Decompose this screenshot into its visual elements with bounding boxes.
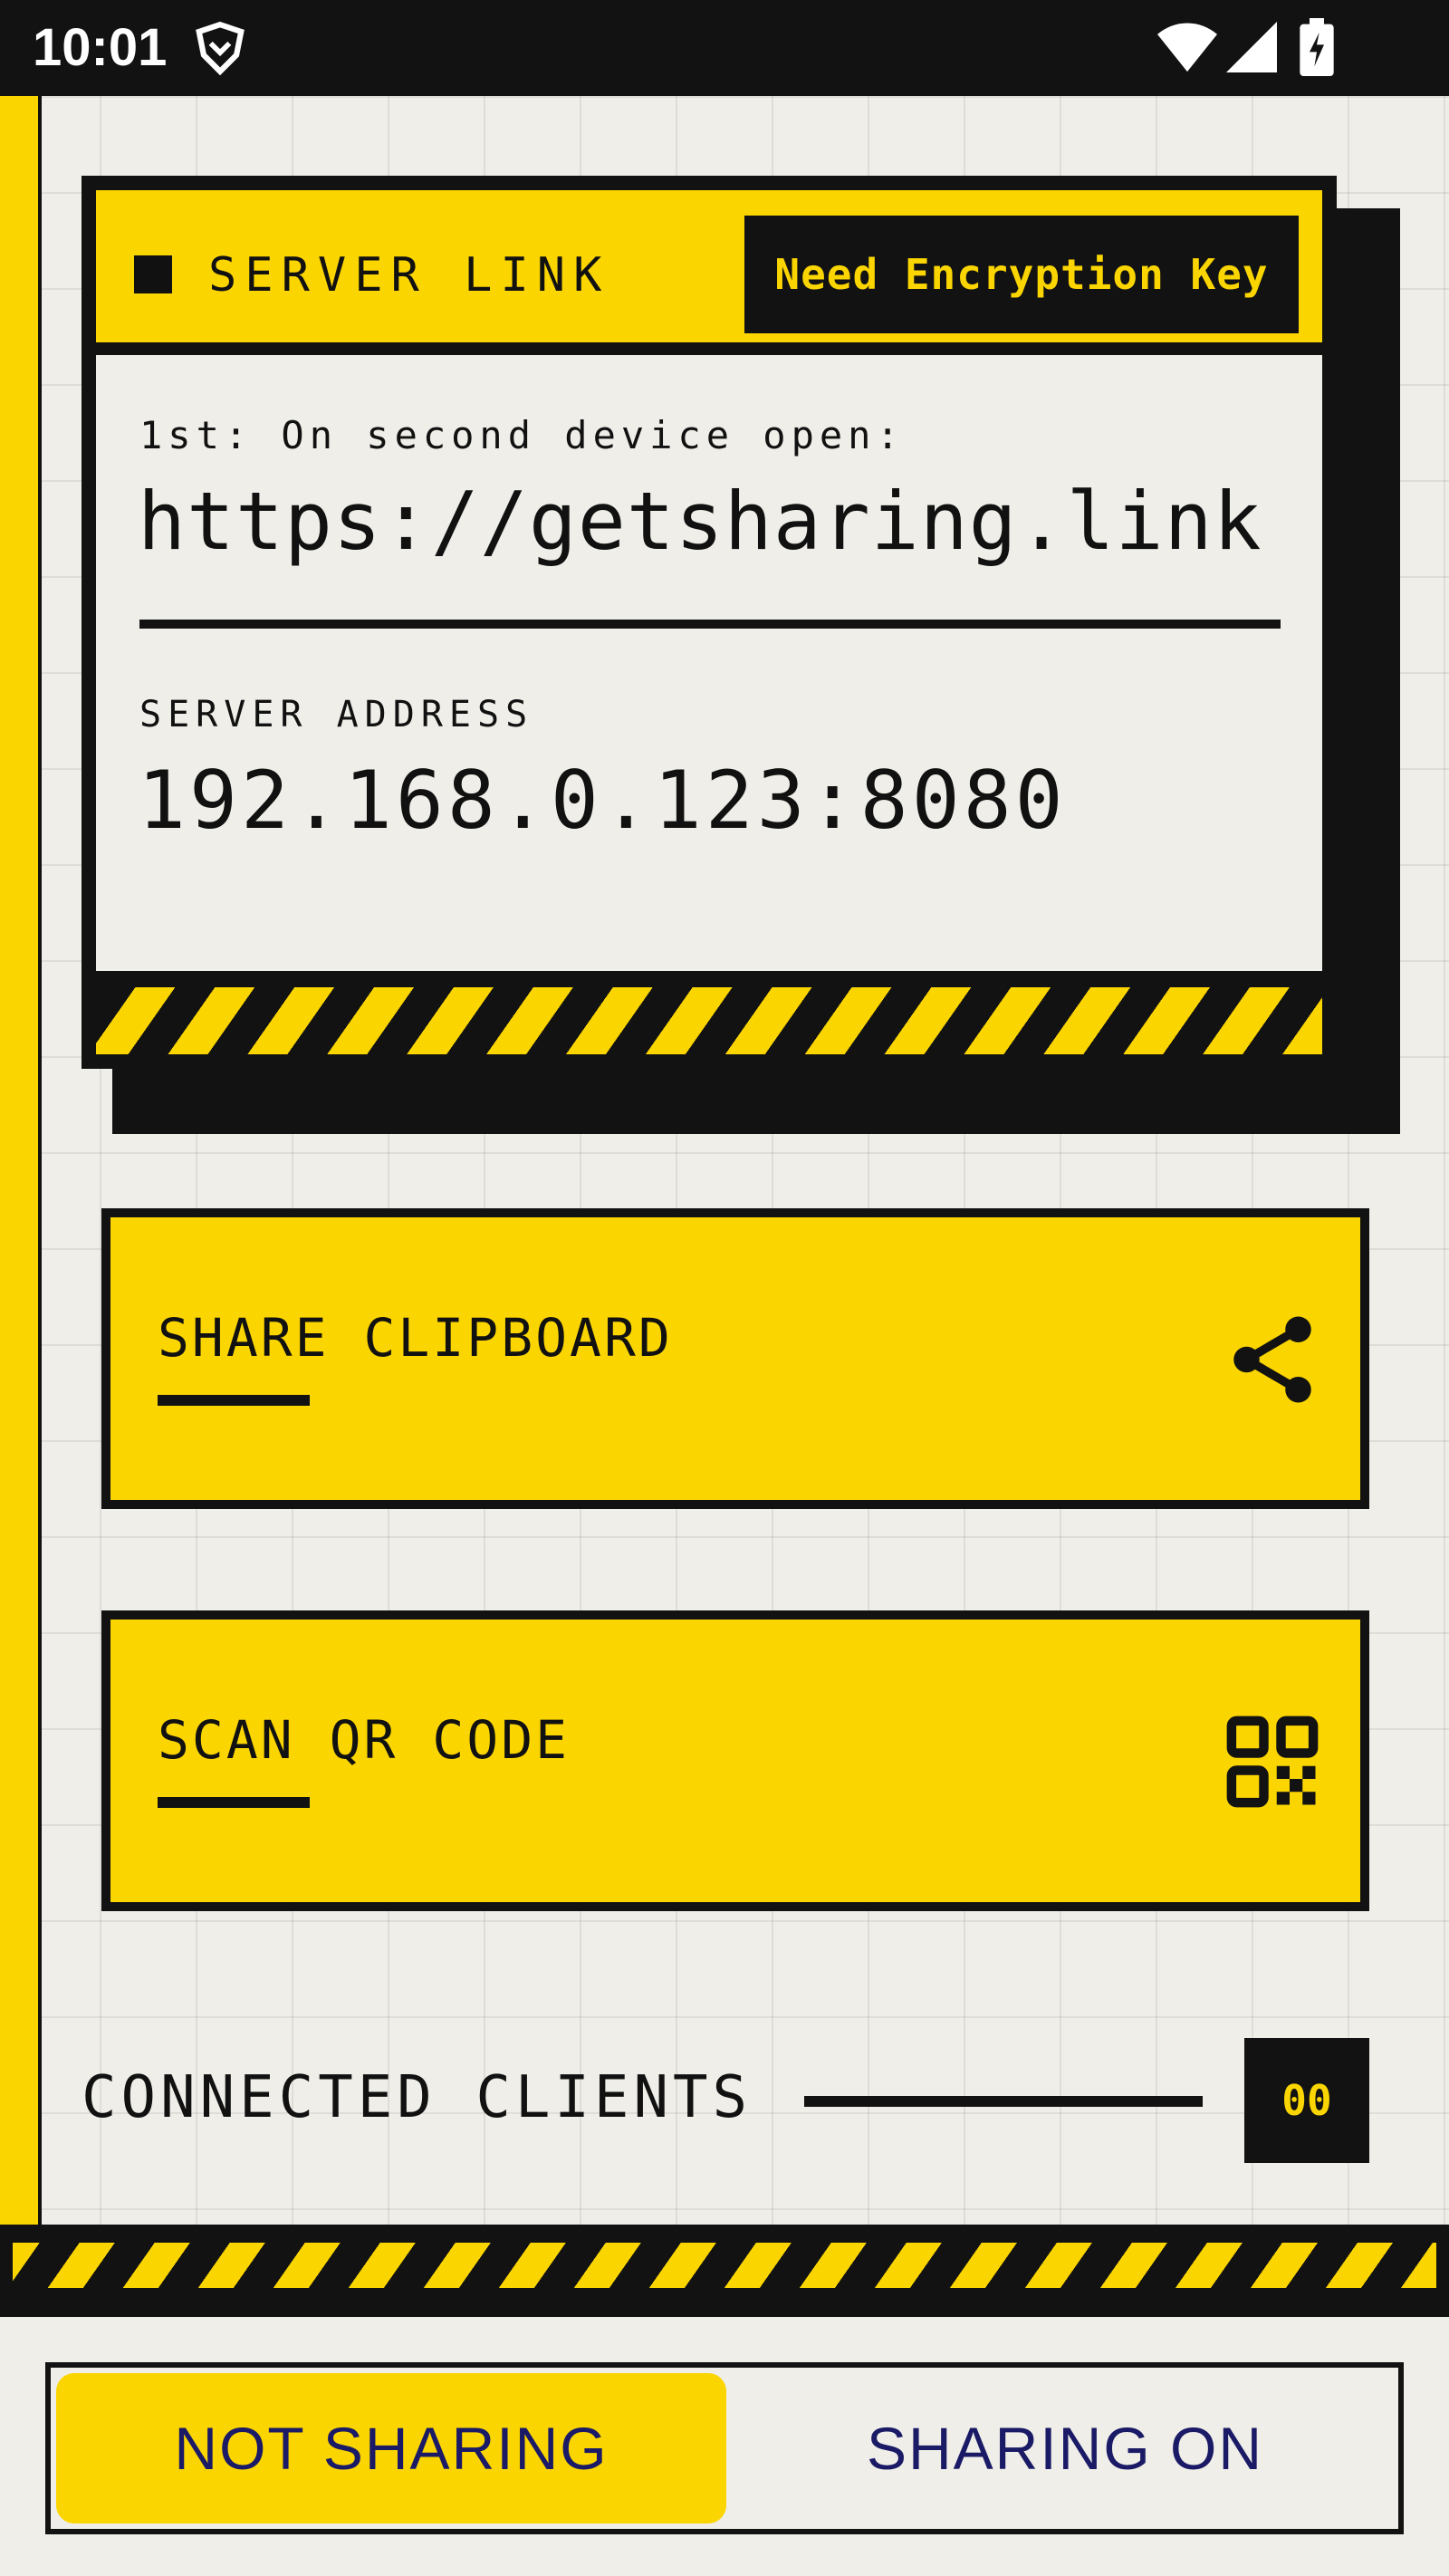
server-address-label: SERVER ADDRESS — [139, 694, 534, 735]
status-time: 10:01 — [33, 18, 168, 77]
sharing-on-option[interactable]: SHARING ON — [730, 2373, 1400, 2523]
server-link-url[interactable]: https://getsharing.link — [138, 475, 1262, 569]
scan-qr-code-label: SCAN QR CODE — [158, 1709, 571, 1771]
share-clipboard-button[interactable]: SHARE CLIPBOARD — [101, 1208, 1369, 1509]
not-sharing-option[interactable]: NOT SHARING — [56, 2373, 726, 2523]
vpn-shield-icon — [196, 21, 245, 76]
server-card-body: 1st: On second device open: https://gets… — [96, 355, 1322, 971]
hazard-stripe — [13, 2243, 1436, 2288]
hazard-stripe — [96, 987, 1322, 1054]
server-link-title: SERVER LINK — [208, 248, 610, 303]
connected-clients-count: 00 — [1244, 2038, 1369, 2163]
divider — [139, 620, 1281, 629]
server-card-header: SERVER LINK Need Encryption Key — [96, 190, 1322, 342]
wifi-icon — [1157, 23, 1217, 72]
need-encryption-key-button[interactable]: Need Encryption Key — [744, 216, 1299, 333]
sharing-toggle: NOT SHARING SHARING ON — [45, 2362, 1404, 2534]
scan-qr-code-button[interactable]: SCAN QR CODE — [101, 1610, 1369, 1911]
left-accent-rail — [0, 96, 42, 2228]
bottom-hazard-stripe — [0, 2225, 1449, 2312]
label-underline — [158, 1395, 310, 1406]
server-link-card: SERVER LINK Need Encryption Key 1st: On … — [82, 176, 1337, 1069]
connected-clients-label: CONNECTED CLIENTS — [82, 2064, 753, 2131]
share-clipboard-label: SHARE CLIPBOARD — [158, 1307, 673, 1369]
instruction-label: 1st: On second device open: — [139, 413, 905, 457]
share-icon — [1233, 1316, 1311, 1403]
server-address-value[interactable]: 192.168.0.123:8080 — [138, 754, 1067, 848]
battery-charging-icon — [1300, 18, 1334, 76]
square-bullet-icon — [134, 255, 172, 293]
label-underline — [158, 1797, 310, 1808]
qr-code-icon — [1226, 1716, 1319, 1808]
signal-icon — [1226, 22, 1277, 72]
sharing-toggle-panel: NOT SHARING SHARING ON — [0, 2312, 1449, 2576]
status-bar: 10:01 — [0, 0, 1449, 96]
divider — [804, 2096, 1203, 2107]
